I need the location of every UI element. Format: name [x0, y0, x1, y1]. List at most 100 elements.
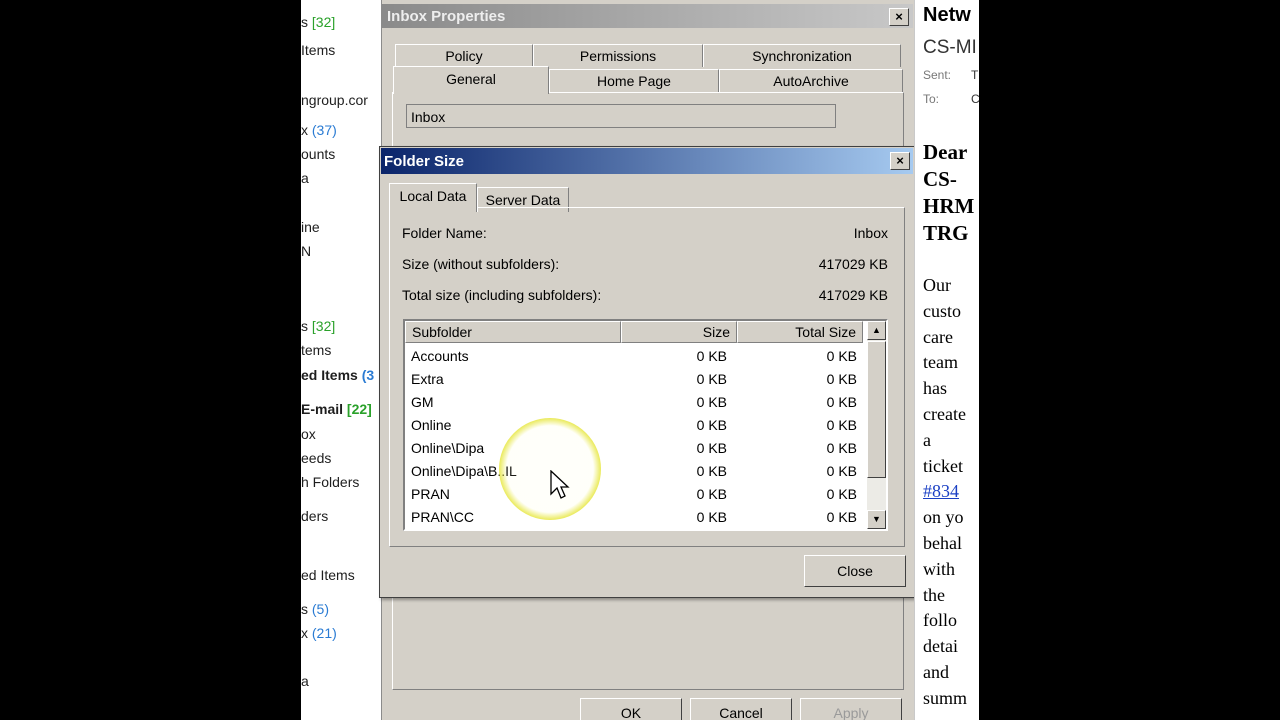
- folder-item[interactable]: s [32]: [301, 14, 335, 30]
- folder-size-close-icon[interactable]: ×: [890, 152, 910, 170]
- greeting-line: CS-: [923, 167, 957, 191]
- folder-item-label: ounts: [301, 146, 336, 162]
- subfolder-size: 0 KB: [696, 394, 727, 410]
- apply-button[interactable]: Apply: [800, 698, 902, 720]
- folder-item-label: ed Items: [301, 567, 355, 583]
- table-row[interactable]: PRAN\CC 0 KB 0 KB: [405, 506, 867, 529]
- table-row[interactable]: Extra 0 KB 0 KB: [405, 368, 867, 391]
- table-row[interactable]: Online\Dipa\B..IL 0 KB 0 KB: [405, 460, 867, 483]
- folder-item[interactable]: eeds: [301, 450, 331, 466]
- folder-name-label: Folder Name:: [402, 225, 487, 241]
- table-row[interactable]: GM 0 KB 0 KB: [405, 391, 867, 414]
- folder-item-label: h Folders: [301, 474, 360, 490]
- ok-button[interactable]: OK: [580, 698, 682, 720]
- tab-policy[interactable]: Policy: [395, 44, 533, 67]
- folder-size-title-bar: Folder Size ×: [381, 148, 913, 174]
- folder-item[interactable]: N: [301, 243, 311, 259]
- table-row[interactable]: Online\Dipa 0 KB 0 KB: [405, 437, 867, 460]
- column-subfolder[interactable]: Subfolder: [405, 321, 621, 343]
- subfolder-size: 0 KB: [696, 348, 727, 364]
- cursor-highlight: [499, 418, 601, 520]
- message-subject: CS-MI: [923, 37, 977, 58]
- greeting-line: TRG: [923, 221, 969, 245]
- scroll-thumb[interactable]: [867, 341, 886, 478]
- body-line: Our: [923, 275, 951, 295]
- folder-item[interactable]: ed Items (3: [301, 367, 374, 383]
- folder-item-label: E-mail: [301, 401, 347, 417]
- body-line: detai: [923, 636, 958, 657]
- folder-item-label: ine: [301, 219, 320, 235]
- folder-item[interactable]: ed Items: [301, 567, 355, 583]
- total-size-value: 417029 KB: [818, 287, 888, 303]
- folder-item-count: (21): [311, 625, 337, 641]
- body-line: custo: [923, 300, 961, 321]
- folder-item-count: [32]: [311, 14, 336, 30]
- subfolder-size: 0 KB: [696, 417, 727, 433]
- tab-general[interactable]: General: [393, 66, 549, 94]
- tab-local-data[interactable]: Local Data: [389, 183, 477, 212]
- folder-item[interactable]: Items: [301, 42, 335, 58]
- list-scrollbar[interactable]: ▲ ▼: [867, 321, 886, 529]
- subfolder-name: GM: [411, 394, 434, 410]
- ticket-link[interactable]: #834: [923, 481, 959, 502]
- folder-item[interactable]: ngroup.cor: [301, 92, 368, 108]
- close-button[interactable]: Close: [804, 555, 906, 587]
- folder-item[interactable]: ox: [301, 426, 316, 442]
- body-line: follo: [923, 610, 957, 631]
- folder-size-dialog: Folder Size × Local Data Server Data Fol…: [379, 146, 915, 598]
- folder-item-count: [22]: [346, 401, 372, 417]
- folder-item[interactable]: ounts: [301, 146, 335, 162]
- props-close-icon[interactable]: ×: [889, 8, 909, 26]
- folder-name-field[interactable]: Inbox: [406, 104, 836, 128]
- scroll-up-icon[interactable]: ▲: [867, 321, 886, 340]
- folder-item[interactable]: ders: [301, 508, 328, 524]
- sent-label: Sent:: [923, 68, 952, 82]
- subfolder-total-size: 0 KB: [826, 486, 857, 502]
- subfolder-total-size: 0 KB: [826, 440, 857, 456]
- folder-item-label: ed Items: [301, 367, 362, 383]
- folder-name-value: Inbox: [853, 225, 888, 241]
- folder-item-label: a: [301, 170, 309, 186]
- column-total-size[interactable]: Total Size: [737, 321, 863, 343]
- tab-synchronization[interactable]: Synchronization: [703, 44, 901, 67]
- folder-item[interactable]: s [32]: [301, 318, 335, 334]
- subfolder-total-size: 0 KB: [826, 348, 857, 364]
- cancel-button[interactable]: Cancel: [690, 698, 792, 720]
- folder-item-label: s: [301, 601, 312, 617]
- body-line: has: [923, 378, 947, 399]
- tab-home-page[interactable]: Home Page: [549, 69, 719, 92]
- tab-autoarchive[interactable]: AutoArchive: [719, 69, 903, 92]
- table-row[interactable]: PRAN 0 KB 0 KB: [405, 483, 867, 506]
- size-label: Size (without subfolders):: [402, 256, 560, 272]
- tab-permissions[interactable]: Permissions: [533, 44, 703, 67]
- body-line: create: [923, 404, 966, 424]
- table-row[interactable]: Online 0 KB 0 KB: [405, 414, 867, 437]
- folder-item-count: (3: [361, 367, 375, 383]
- table-row[interactable]: Accounts 0 KB 0 KB: [405, 345, 867, 368]
- body-line: and: [923, 662, 949, 682]
- reading-pane: Netw CS-MI Sent: T To: C Dear CS- HRM TRG O…: [914, 0, 979, 720]
- folder-item[interactable]: s (5): [301, 601, 329, 617]
- greeting-line: HRM: [923, 194, 975, 218]
- folder-item[interactable]: E-mail [22]: [301, 401, 372, 417]
- body-line: summ: [923, 687, 968, 708]
- scroll-down-icon[interactable]: ▼: [867, 510, 886, 529]
- folder-item-label: ders: [301, 508, 329, 524]
- folder-item[interactable]: tems: [301, 342, 331, 358]
- folder-item[interactable]: x (21): [301, 625, 337, 641]
- folder-size-title: Folder Size: [384, 153, 465, 170]
- folder-item[interactable]: ine: [301, 219, 320, 235]
- folder-item[interactable]: x (37): [301, 122, 337, 138]
- subfolder-size: 0 KB: [696, 371, 727, 387]
- subfolder-total-size: 0 KB: [826, 371, 857, 387]
- folder-item[interactable]: a: [301, 673, 309, 689]
- column-size[interactable]: Size: [621, 321, 737, 343]
- body-line: the: [923, 584, 945, 605]
- folder-item-count: (5): [311, 601, 330, 617]
- folder-item-label: eeds: [301, 450, 332, 466]
- mouse-pointer-icon: [550, 470, 570, 499]
- folder-item[interactable]: a: [301, 170, 309, 186]
- folder-item[interactable]: h Folders: [301, 474, 359, 490]
- folder-item-label: x: [301, 625, 312, 641]
- folder-item-label: tems: [301, 342, 332, 358]
